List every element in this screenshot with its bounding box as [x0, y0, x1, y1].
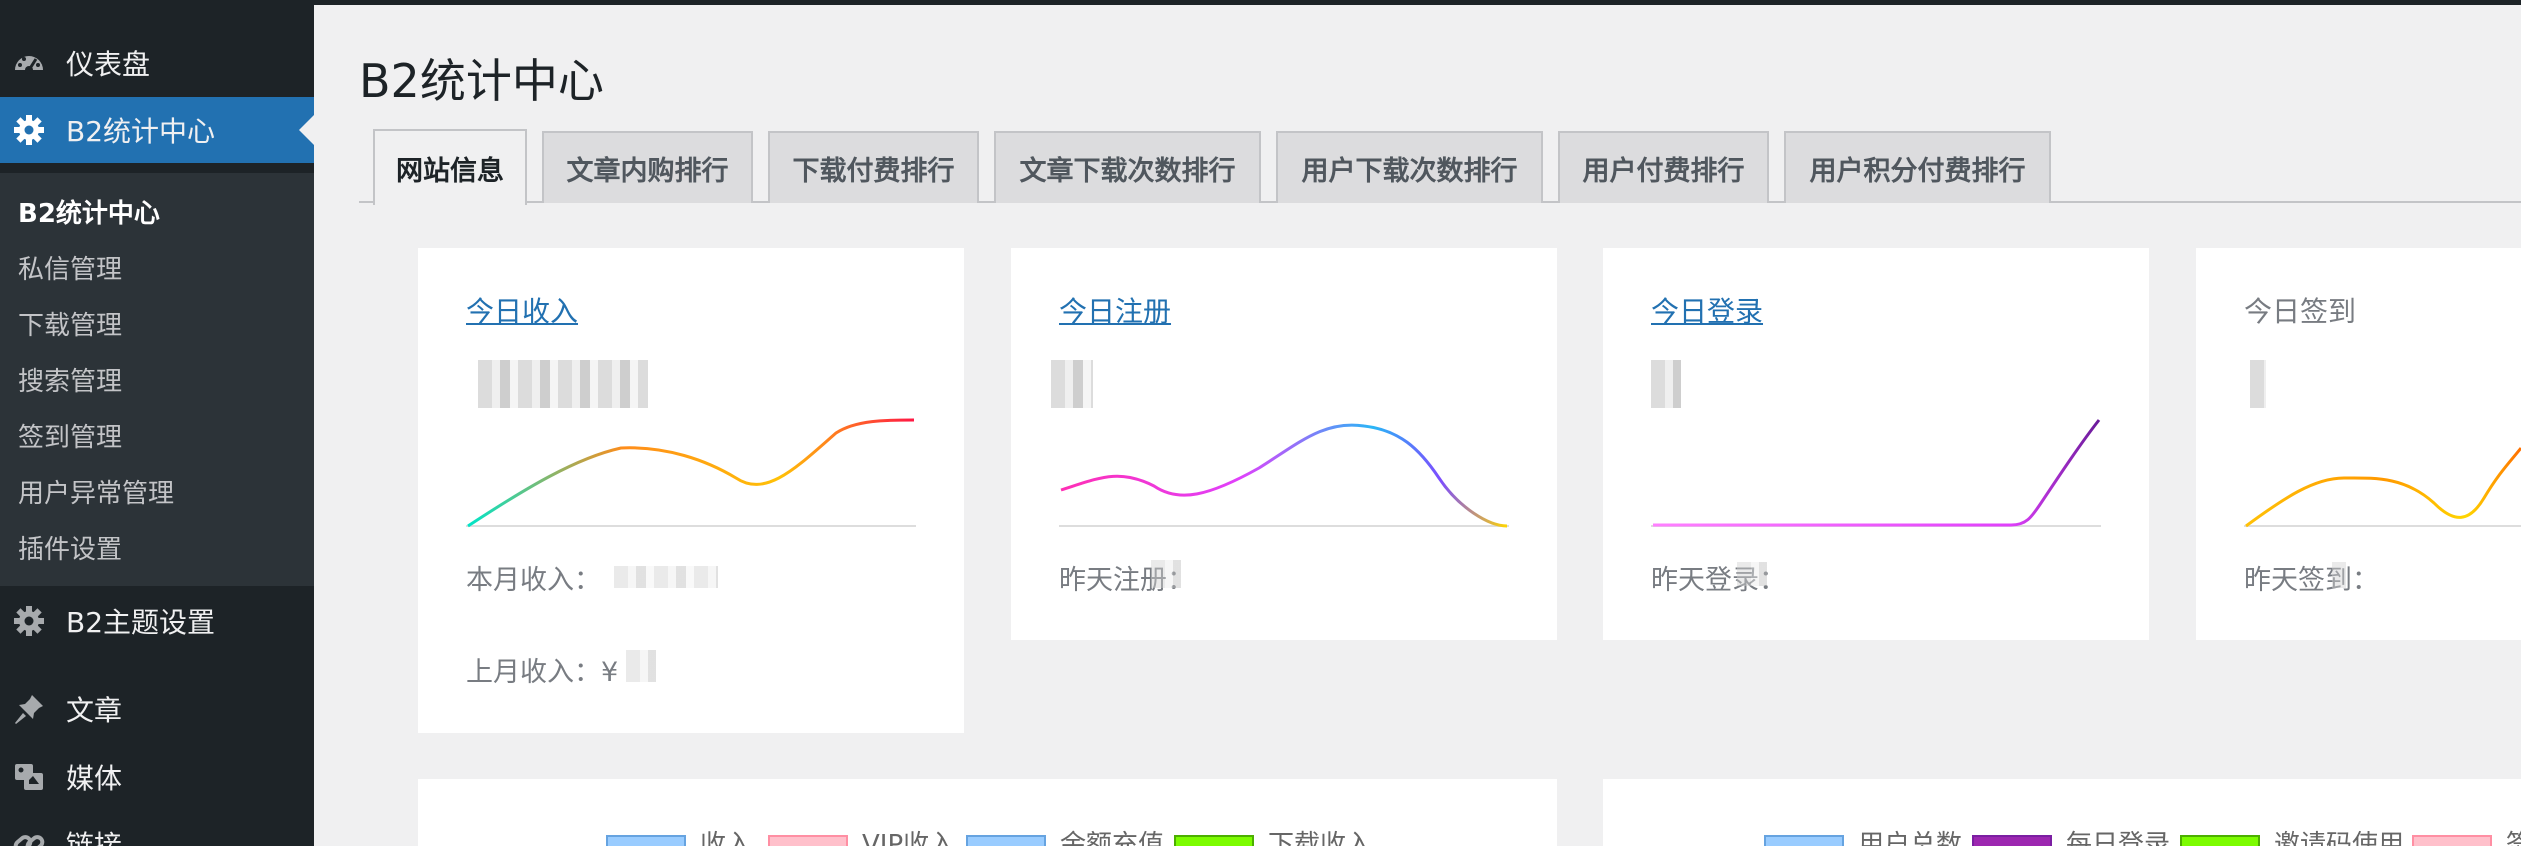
b2-stats-submenu: B2统计中心 私信管理 下载管理 搜索管理 签到管理 用户异常管理 插件设置	[0, 173, 314, 586]
legend-item[interactable]: 用户总数	[1764, 830, 1963, 846]
submenu-signin[interactable]: 签到管理	[18, 417, 122, 454]
redacted-value	[1151, 560, 1181, 588]
redacted-value	[1737, 562, 1767, 586]
legend-swatch	[966, 835, 1046, 846]
submenu-plugin-settings[interactable]: 插件设置	[18, 529, 122, 566]
legend-label: 每日登录	[2066, 830, 2171, 846]
submenu-messages[interactable]: 私信管理	[18, 249, 122, 286]
card-title-today-signin: 今日签到	[2244, 295, 2357, 328]
pin-icon	[12, 692, 46, 726]
register-sparkline	[1059, 423, 1509, 528]
main-content: B2统计中心 网站信息 文章内购排行 下载付费排行 文章下载次数排行 用户下载次…	[314, 5, 2521, 846]
redacted-value	[614, 566, 718, 588]
legend-item[interactable]: 邀请码使用	[2180, 830, 2405, 846]
menu-dashboard[interactable]: 仪表盘	[0, 30, 314, 96]
redacted-value	[1651, 360, 1681, 408]
legend-swatch	[2180, 835, 2260, 846]
income-sparkline	[466, 418, 916, 528]
legend-label: 余额充值	[1060, 830, 1165, 846]
gear-icon	[12, 113, 46, 147]
stat-card-logins: 今日登录 昨天登录：	[1603, 248, 2149, 640]
legend-swatch	[1174, 835, 1254, 846]
menu-posts[interactable]: 文章	[0, 676, 314, 742]
redacted-value	[2332, 562, 2346, 588]
legend-label: 收入	[700, 830, 753, 846]
submenu-search[interactable]: 搜索管理	[18, 361, 122, 398]
tab-user-download-count-rank[interactable]: 用户下载次数排行	[1276, 131, 1543, 203]
menu-media[interactable]: 媒体	[0, 744, 314, 810]
dashboard-icon	[12, 46, 46, 80]
legend-item[interactable]: 收入	[606, 830, 753, 846]
admin-sidebar: 仪表盘 B2统计中心 B2统计中心 私信管理 下载管理 搜索管理 签到管理 用户…	[0, 5, 314, 846]
legend-label: 用户总数	[1858, 830, 1963, 846]
card-title-today-income[interactable]: 今日收入	[466, 290, 578, 330]
stat-card-signins: 今日签到 昨天签到：	[2196, 248, 2521, 640]
link-icon	[12, 827, 46, 846]
tab-article-download-count-rank[interactable]: 文章下载次数排行	[994, 131, 1261, 203]
menu-media-label: 媒体	[66, 762, 123, 795]
redacted-value	[478, 360, 648, 408]
redacted-value	[1051, 360, 1093, 408]
legend-swatch	[1764, 835, 1844, 846]
footer-last-month-income: 上月收入：¥	[466, 657, 619, 688]
redacted-value	[626, 650, 656, 682]
footer-month-income: 本月收入：	[466, 565, 601, 596]
media-icon	[12, 760, 46, 794]
legend-label: 签	[2506, 830, 2521, 846]
submenu-b2-stats[interactable]: B2统计中心	[18, 193, 160, 230]
menu-b2-stats[interactable]: B2统计中心	[0, 97, 314, 163]
submenu-downloads[interactable]: 下载管理	[18, 305, 122, 342]
card-title-today-register[interactable]: 今日注册	[1059, 290, 1171, 330]
legend-item[interactable]: 余额充值	[966, 830, 1165, 846]
footer-yesterday-signin: 昨天签到：	[2244, 565, 2379, 596]
legend-swatch	[606, 835, 686, 846]
tab-bar: 网站信息 文章内购排行 下载付费排行 文章下载次数排行 用户下载次数排行 用户付…	[359, 125, 2521, 205]
legend-item[interactable]: 下载收入	[1174, 830, 1373, 846]
signin-sparkline	[2244, 447, 2521, 528]
menu-dashboard-label: 仪表盘	[66, 48, 151, 81]
menu-theme-settings[interactable]: B2主题设置	[0, 588, 314, 654]
redacted-value	[2250, 360, 2266, 408]
legend-swatch	[768, 835, 848, 846]
menu-links-label: 链接	[66, 829, 123, 846]
legend-label: 下载收入	[1268, 830, 1373, 846]
legend-label: 邀请码使用	[2274, 830, 2405, 846]
login-sparkline	[1651, 419, 2101, 527]
legend-swatch	[2412, 835, 2492, 846]
stat-card-income: 今日收入 本月收入： 上月收入：¥	[418, 248, 964, 733]
submenu-user-anomaly[interactable]: 用户异常管理	[18, 473, 174, 510]
legend-swatch	[1972, 835, 2052, 846]
legend-item[interactable]: 签	[2412, 830, 2521, 846]
menu-links[interactable]: 链接	[0, 811, 314, 846]
legend-label: VIP收入	[862, 830, 956, 846]
stat-card-registrations: 今日注册 昨天注册：	[1011, 248, 1557, 640]
tab-user-points-pay-rank[interactable]: 用户积分付费排行	[1784, 131, 2051, 203]
legend-item[interactable]: VIP收入	[768, 830, 956, 846]
tab-user-pay-rank[interactable]: 用户付费排行	[1558, 131, 1769, 203]
page-title: B2统计中心	[359, 54, 604, 108]
menu-posts-label: 文章	[66, 694, 123, 727]
tab-site-info[interactable]: 网站信息	[373, 129, 527, 205]
menu-b2-stats-label: B2统计中心	[66, 115, 216, 148]
gear-icon	[12, 604, 46, 638]
card-title-today-login[interactable]: 今日登录	[1651, 290, 1763, 330]
legend-item[interactable]: 每日登录	[1972, 830, 2171, 846]
menu-theme-settings-label: B2主题设置	[66, 606, 216, 639]
tab-download-pay-rank[interactable]: 下载付费排行	[768, 131, 979, 203]
tab-article-purchase-rank[interactable]: 文章内购排行	[542, 131, 753, 203]
